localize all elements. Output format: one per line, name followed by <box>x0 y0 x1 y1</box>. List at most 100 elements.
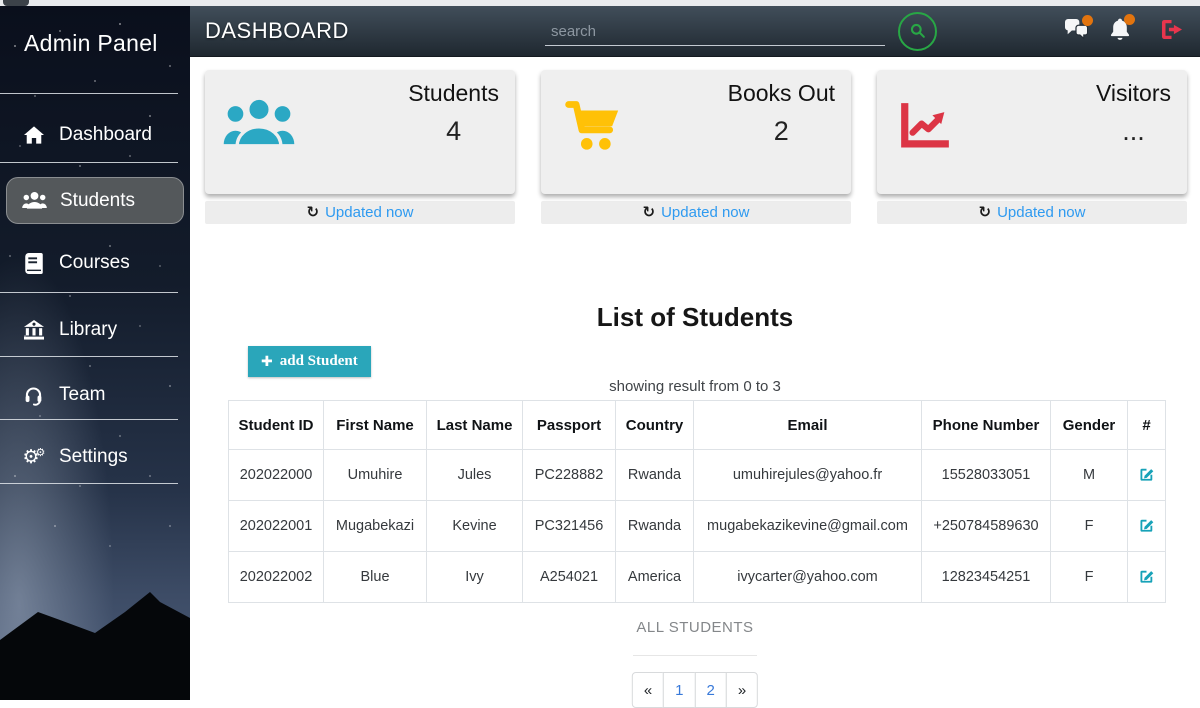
students-table: Student ID First Name Last Name Passport… <box>228 400 1166 603</box>
col-actions: # <box>1128 401 1166 450</box>
cell-first-name: Mugabekazi <box>324 501 427 552</box>
pagination-page-1[interactable]: 1 <box>663 672 695 708</box>
page-title: DASHBOARD <box>205 6 349 56</box>
stat-card-value: 2 <box>728 116 835 147</box>
edit-icon <box>1137 472 1156 487</box>
pagination-divider <box>633 655 757 656</box>
cell-gender: F <box>1051 501 1128 552</box>
add-student-label: add Student <box>280 353 358 370</box>
refresh-icon: ↻ <box>307 205 320 220</box>
sidebar-item-label: Settings <box>59 446 128 468</box>
cell-actions <box>1128 450 1166 501</box>
pagination-page-2[interactable]: 2 <box>695 672 727 708</box>
topbar: DASHBOARD <box>190 6 1200 57</box>
cell-country: America <box>616 552 694 603</box>
col-country: Country <box>616 401 694 450</box>
col-gender: Gender <box>1051 401 1128 450</box>
cart-icon <box>565 98 623 157</box>
book-icon <box>20 253 47 274</box>
cell-gender: F <box>1051 552 1128 603</box>
cell-email: mugabekazikevine@gmail.com <box>694 501 922 552</box>
updated-label: Updated now <box>325 204 413 221</box>
search-button[interactable] <box>898 12 937 51</box>
sidebar-divider <box>0 292 178 293</box>
col-last-name: Last Name <box>427 401 523 450</box>
sidebar-divider <box>0 419 178 420</box>
stat-card-value: 4 <box>408 116 499 147</box>
stat-card-title: Visitors <box>1096 80 1171 107</box>
bank-icon <box>20 320 47 340</box>
sidebar-item-team[interactable]: Team <box>0 376 190 414</box>
cell-last-name: Jules <box>427 450 523 501</box>
students-table-body: 202022000 Umuhire Jules PC228882 Rwanda … <box>229 450 1166 603</box>
signout-icon <box>1160 19 1184 45</box>
plus-icon: ✚ <box>261 354 273 370</box>
sidebar-item-settings[interactable]: ⚙⚙ Settings <box>0 438 190 476</box>
stat-card-footer[interactable]: ↻ Updated now <box>541 201 851 224</box>
edit-row-button[interactable] <box>1135 463 1158 486</box>
stat-card-body: Visitors ... <box>877 70 1187 194</box>
stat-card-visitors[interactable]: Visitors ... ↻ Updated now <box>877 70 1187 224</box>
stat-card-body: Books Out 2 <box>541 70 851 194</box>
stat-card-students[interactable]: Students 4 ↻ Updated now <box>205 70 515 224</box>
stat-card-title: Books Out <box>728 80 835 107</box>
sidebar-item-courses[interactable]: Courses <box>0 244 190 282</box>
add-student-button[interactable]: ✚ add Student <box>248 346 371 377</box>
cell-phone-number: 12823454251 <box>922 552 1051 603</box>
pagination-next[interactable]: » <box>726 672 758 708</box>
table-footer-text: ALL STUDENTS <box>190 619 1200 636</box>
headset-icon <box>20 385 47 406</box>
stat-card-body: Students 4 <box>205 70 515 194</box>
cell-passport: PC228882 <box>523 450 616 501</box>
sidebar-item-label: Library <box>59 319 117 341</box>
app-title: Admin Panel <box>24 30 190 57</box>
table-row: 202022000 Umuhire Jules PC228882 Rwanda … <box>229 450 1166 501</box>
stat-card-footer[interactable]: ↻ Updated now <box>205 201 515 224</box>
cell-passport: PC321456 <box>523 501 616 552</box>
cell-phone-number: +250784589630 <box>922 501 1051 552</box>
edit-icon <box>1137 523 1156 538</box>
stat-card-title: Students <box>408 80 499 107</box>
sidebar-item-students[interactable]: Students <box>6 177 184 224</box>
cell-first-name: Umuhire <box>324 450 427 501</box>
pagination-prev[interactable]: « <box>632 672 664 708</box>
logout-button[interactable] <box>1160 19 1184 45</box>
cell-gender: M <box>1051 450 1128 501</box>
messages-unread-badge <box>1082 15 1093 26</box>
col-first-name: First Name <box>324 401 427 450</box>
search-icon <box>908 21 927 43</box>
sidebar-item-label: Team <box>59 384 105 406</box>
browser-top-strip <box>0 0 1200 6</box>
cell-student-id: 202022000 <box>229 450 324 501</box>
table-row: 202022001 Mugabekazi Kevine PC321456 Rwa… <box>229 501 1166 552</box>
notifications-unread-badge <box>1124 14 1135 25</box>
users-icon <box>21 191 48 211</box>
cell-student-id: 202022001 <box>229 501 324 552</box>
updated-label: Updated now <box>997 204 1085 221</box>
col-passport: Passport <box>523 401 616 450</box>
sidebar-item-dashboard[interactable]: Dashboard <box>0 116 190 154</box>
stat-card-books-out[interactable]: Books Out 2 ↻ Updated now <box>541 70 851 224</box>
main-content: Students 4 ↻ Updated now <box>190 57 1200 700</box>
sidebar-divider <box>0 483 178 484</box>
notifications-button[interactable] <box>1110 18 1130 46</box>
col-email: Email <box>694 401 922 450</box>
sidebar-divider <box>0 356 178 357</box>
edit-row-button[interactable] <box>1135 514 1158 537</box>
cell-email: ivycarter@yahoo.com <box>694 552 922 603</box>
stat-card-footer[interactable]: ↻ Updated now <box>877 201 1187 224</box>
messages-button[interactable] <box>1063 19 1088 45</box>
col-student-id: Student ID <box>229 401 324 450</box>
cell-phone-number: 15528033051 <box>922 450 1051 501</box>
table-row: 202022002 Blue Ivy A254021 America ivyca… <box>229 552 1166 603</box>
browser-tab-remnant <box>3 0 29 6</box>
search-input[interactable] <box>545 17 885 46</box>
col-phone-number: Phone Number <box>922 401 1051 450</box>
updated-label: Updated now <box>661 204 749 221</box>
edit-row-button[interactable] <box>1135 565 1158 588</box>
sidebar-item-library[interactable]: Library <box>0 311 190 349</box>
users-icon <box>223 96 295 157</box>
refresh-icon: ↻ <box>979 205 992 220</box>
cell-last-name: Ivy <box>427 552 523 603</box>
stat-card-value: ... <box>1096 116 1171 147</box>
